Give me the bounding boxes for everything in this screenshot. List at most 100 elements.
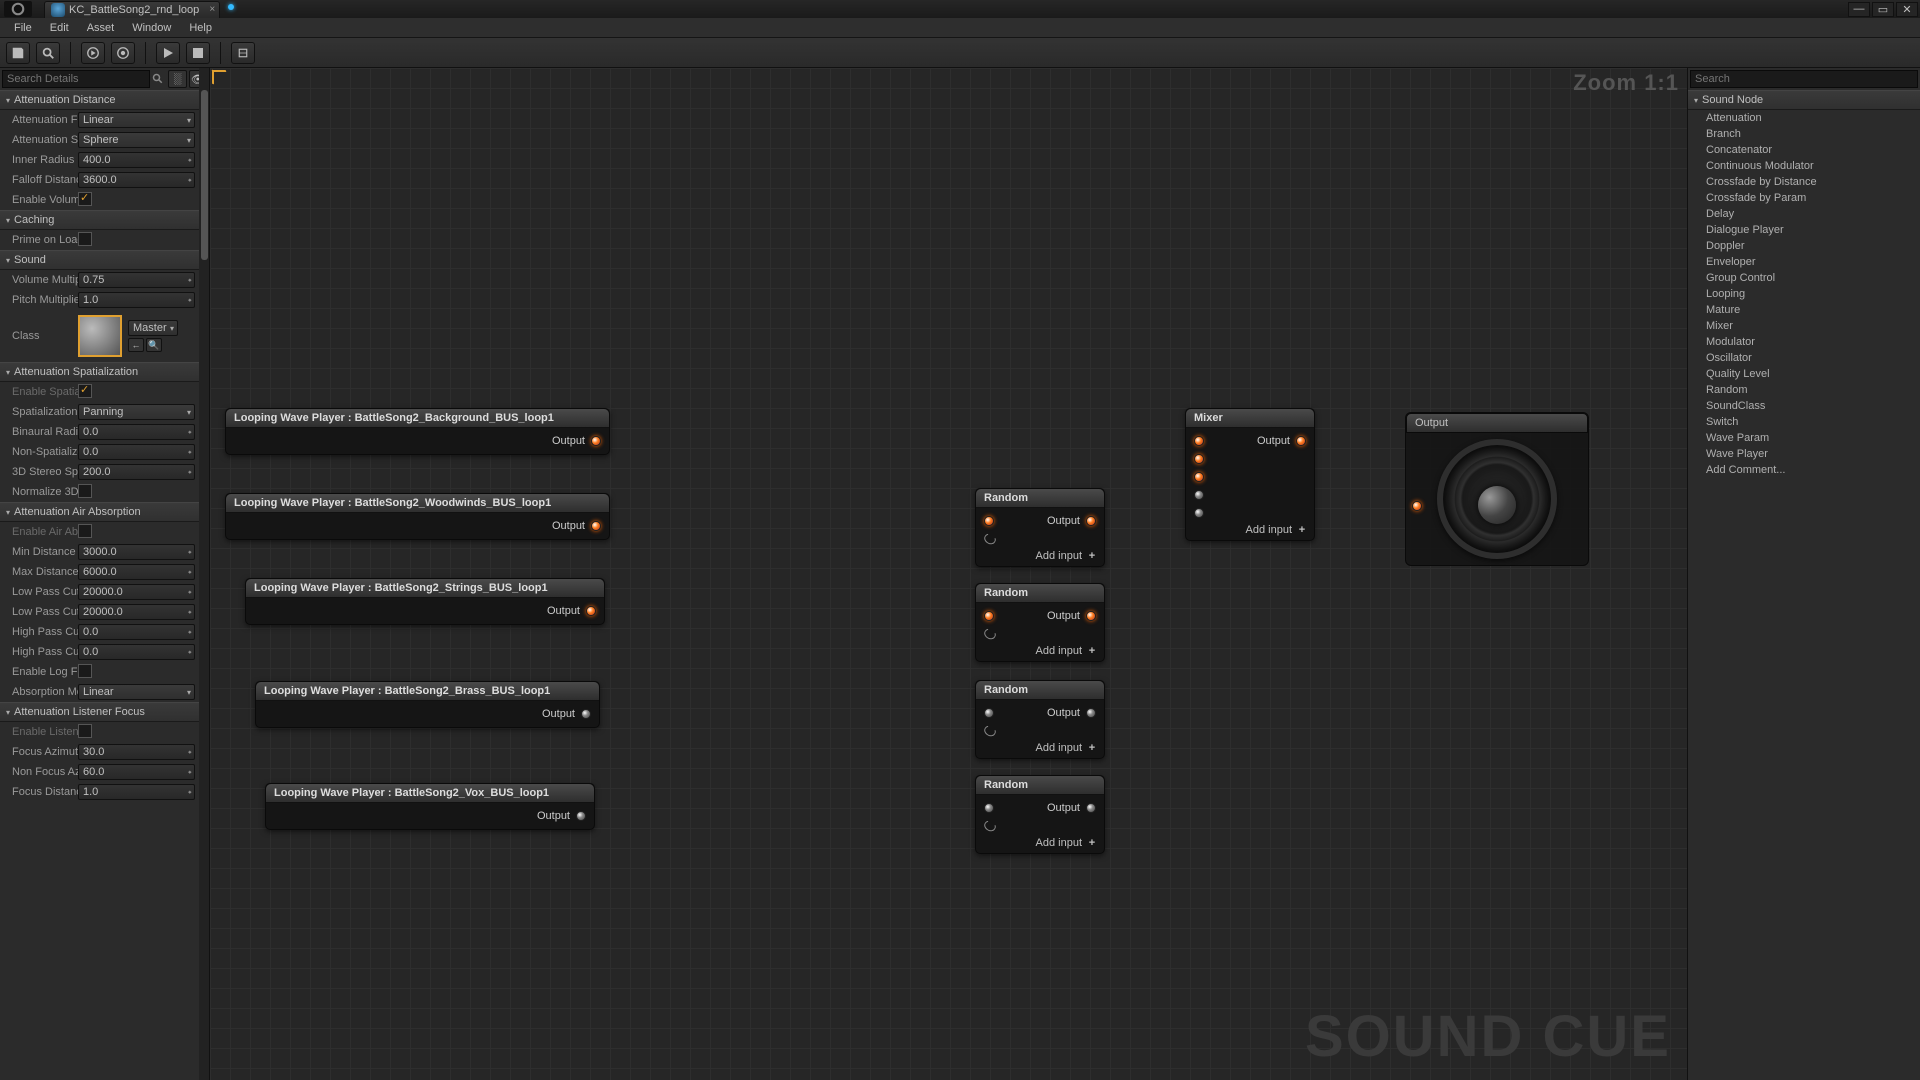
property-spinner[interactable]: 0.0: [78, 624, 195, 640]
property-spinner[interactable]: 20000.0: [78, 584, 195, 600]
input-pin[interactable]: [1194, 508, 1204, 518]
sound-cue-graph[interactable]: Zoom 1:1 SOUND CUE Looping Wave Player :…: [210, 68, 1687, 1080]
palette-item[interactable]: Attenuation: [1688, 110, 1920, 126]
property-dropdown[interactable]: Panning: [78, 404, 195, 420]
browse-button[interactable]: [36, 42, 60, 64]
palette-item[interactable]: Continuous Modulator: [1688, 158, 1920, 174]
property-spinner[interactable]: 20000.0: [78, 604, 195, 620]
property-spinner[interactable]: 0.0: [78, 444, 195, 460]
save-button[interactable]: [6, 42, 30, 64]
palette-item[interactable]: Crossfade by Param: [1688, 190, 1920, 206]
node-random[interactable]: RandomOutputAdd input+: [975, 680, 1105, 759]
property-spinner[interactable]: 0.75: [78, 272, 195, 288]
property-spinner[interactable]: 200.0: [78, 464, 195, 480]
section-header[interactable]: Attenuation Listener Focus: [0, 702, 209, 722]
input-pin[interactable]: [984, 516, 994, 526]
menu-asset[interactable]: Asset: [79, 20, 123, 36]
node-output[interactable]: Output: [1405, 412, 1589, 566]
node-wave-player[interactable]: Looping Wave Player : BattleSong2_Woodwi…: [225, 493, 610, 540]
property-checkbox[interactable]: [78, 664, 92, 678]
details-search-input[interactable]: [2, 70, 150, 88]
output-pin[interactable]: [1086, 611, 1096, 621]
palette-item[interactable]: Add Comment...: [1688, 462, 1920, 478]
notification-icon[interactable]: [220, 2, 242, 17]
property-spinner[interactable]: 0.0: [78, 644, 195, 660]
property-checkbox[interactable]: [78, 192, 92, 206]
details-scrollbar[interactable]: [199, 68, 209, 1080]
menu-window[interactable]: Window: [124, 20, 179, 36]
property-spinner[interactable]: 3000.0: [78, 544, 195, 560]
property-dropdown[interactable]: Linear: [78, 112, 195, 128]
palette-item[interactable]: Enveloper: [1688, 254, 1920, 270]
property-dropdown[interactable]: Sphere: [78, 132, 195, 148]
palette-item[interactable]: Wave Player: [1688, 446, 1920, 462]
mute-button[interactable]: [231, 42, 255, 64]
palette-item[interactable]: SoundClass: [1688, 398, 1920, 414]
palette-item[interactable]: Concatenator: [1688, 142, 1920, 158]
input-pin[interactable]: [1194, 436, 1204, 446]
maximize-button[interactable]: ▭: [1872, 2, 1894, 17]
palette-section-sound-node[interactable]: Sound Node: [1688, 90, 1920, 110]
output-pin[interactable]: [591, 521, 601, 531]
palette-item[interactable]: Branch: [1688, 126, 1920, 142]
input-pin[interactable]: [1194, 472, 1204, 482]
sound-class-dropdown[interactable]: Master: [128, 320, 178, 336]
input-pin[interactable]: [1194, 454, 1204, 464]
node-random[interactable]: RandomOutputAdd input+: [975, 583, 1105, 662]
minimize-button[interactable]: —: [1848, 2, 1870, 17]
stop-button[interactable]: [186, 42, 210, 64]
property-spinner[interactable]: 1.0: [78, 784, 195, 800]
section-header[interactable]: Sound: [0, 250, 209, 270]
node-random[interactable]: RandomOutputAdd input+: [975, 488, 1105, 567]
property-spinner[interactable]: 6000.0: [78, 564, 195, 580]
section-header[interactable]: Attenuation Distance: [0, 90, 209, 110]
property-dropdown[interactable]: Linear: [78, 684, 195, 700]
property-checkbox[interactable]: [78, 524, 92, 538]
close-button[interactable]: ✕: [1896, 2, 1918, 17]
input-pin[interactable]: [984, 708, 994, 718]
node-random[interactable]: RandomOutputAdd input+: [975, 775, 1105, 854]
palette-item[interactable]: Mature: [1688, 302, 1920, 318]
input-pin[interactable]: [984, 803, 994, 813]
output-pin[interactable]: [576, 811, 586, 821]
property-spinner[interactable]: 3600.0: [78, 172, 195, 188]
property-checkbox[interactable]: [78, 724, 92, 738]
sound-class-back[interactable]: ←: [128, 338, 144, 352]
menu-help[interactable]: Help: [181, 20, 220, 36]
property-spinner[interactable]: 60.0: [78, 764, 195, 780]
property-spinner[interactable]: 0.0: [78, 424, 195, 440]
menu-file[interactable]: File: [6, 20, 40, 36]
details-view-options[interactable]: ░: [168, 70, 186, 88]
output-pin[interactable]: [1086, 803, 1096, 813]
play-button[interactable]: [156, 42, 180, 64]
palette-item[interactable]: Oscillator: [1688, 350, 1920, 366]
add-input-button[interactable]: Add input+: [982, 645, 1098, 657]
palette-item[interactable]: Looping: [1688, 286, 1920, 302]
node-wave-player[interactable]: Looping Wave Player : BattleSong2_Backgr…: [225, 408, 610, 455]
property-spinner[interactable]: 1.0: [78, 292, 195, 308]
input-pin[interactable]: [1194, 490, 1204, 500]
add-input-button[interactable]: Add input+: [982, 837, 1098, 849]
output-pin[interactable]: [586, 606, 596, 616]
add-input-button[interactable]: Add input+: [1192, 524, 1308, 536]
node-wave-player[interactable]: Looping Wave Player : BattleSong2_String…: [245, 578, 605, 625]
property-checkbox[interactable]: [78, 232, 92, 246]
palette-item[interactable]: Group Control: [1688, 270, 1920, 286]
menu-edit[interactable]: Edit: [42, 20, 77, 36]
sound-class-browse[interactable]: 🔍: [146, 338, 162, 352]
palette-search-input[interactable]: [1690, 70, 1918, 88]
palette-item[interactable]: Dialogue Player: [1688, 222, 1920, 238]
play-node-button[interactable]: [111, 42, 135, 64]
property-spinner[interactable]: 400.0: [78, 152, 195, 168]
property-checkbox[interactable]: [78, 484, 92, 498]
node-wave-player[interactable]: Looping Wave Player : BattleSong2_Brass_…: [255, 681, 600, 728]
input-pin[interactable]: [984, 611, 994, 621]
output-input-pin[interactable]: [1412, 501, 1422, 511]
property-spinner[interactable]: 30.0: [78, 744, 195, 760]
palette-item[interactable]: Quality Level: [1688, 366, 1920, 382]
close-tab-icon[interactable]: ×: [209, 4, 215, 15]
section-header[interactable]: Attenuation Air Absorption: [0, 502, 209, 522]
play-cue-button[interactable]: [81, 42, 105, 64]
output-pin[interactable]: [581, 709, 591, 719]
palette-item[interactable]: Wave Param: [1688, 430, 1920, 446]
